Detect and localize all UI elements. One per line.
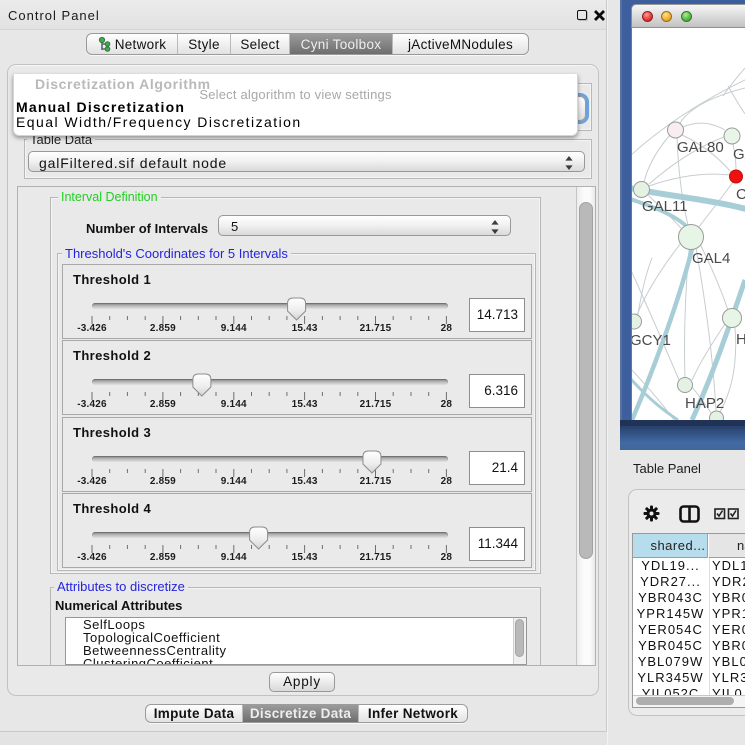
svg-text:GCY1: GCY1 (632, 332, 671, 349)
svg-text:GAL4: GAL4 (692, 250, 730, 267)
svg-text:GA: GA (733, 146, 745, 163)
svg-text:HAP2: HAP2 (685, 395, 724, 412)
svg-text:GAL80: GAL80 (677, 139, 724, 156)
svg-text:H: H (736, 331, 745, 348)
svg-text:GAL11: GAL11 (642, 198, 688, 215)
svg-text:C: C (736, 186, 745, 203)
